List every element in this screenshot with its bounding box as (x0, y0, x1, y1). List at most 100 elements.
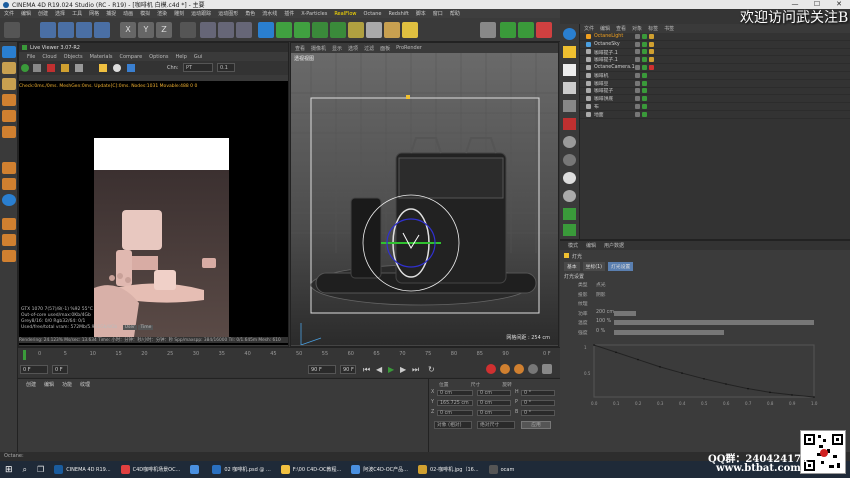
curve-point[interactable] (813, 396, 815, 398)
sun-icon[interactable] (563, 46, 576, 58)
attribute-slider[interactable] (614, 320, 814, 325)
menu-item[interactable]: 运动图形 (218, 10, 238, 17)
menu-item[interactable]: Octane (364, 11, 382, 17)
camera-icon[interactable] (384, 22, 400, 38)
object-row[interactable]: OctaneCamera.1 (580, 64, 850, 72)
array-icon[interactable] (294, 22, 310, 38)
start-button[interactable]: ⊞ (0, 461, 18, 478)
live-viewer-menu-item[interactable]: Compare (119, 54, 142, 60)
curve-point[interactable] (747, 387, 749, 390)
live-viewer-menu-item[interactable]: Gui (194, 54, 202, 60)
user-label[interactable]: User (122, 325, 137, 330)
x-axis-button[interactable]: X (120, 22, 136, 38)
material-ball-icon[interactable] (563, 136, 576, 148)
live-viewer-menu-item[interactable]: Options (149, 54, 168, 60)
taskbar-app[interactable] (185, 461, 207, 478)
enabled-check-icon[interactable] (642, 41, 647, 47)
rotation-field[interactable]: 0 ° (521, 390, 555, 396)
object-manager-tab[interactable]: 标签 (648, 25, 658, 32)
pause-render-icon[interactable] (75, 64, 83, 72)
object-manager-tab[interactable]: 文件 (584, 25, 594, 32)
menu-item[interactable]: 模拟 (140, 10, 150, 17)
position-field[interactable]: 0 cm (437, 390, 473, 396)
menu-item[interactable]: 脚本 (416, 10, 426, 17)
viewport-menu-item[interactable]: 查看 (295, 45, 305, 52)
octane-material-icon[interactable] (536, 22, 552, 38)
polygons-mode-icon[interactable] (2, 126, 16, 138)
visibility-icon[interactable] (635, 49, 640, 55)
menu-item[interactable]: Redshift (388, 11, 408, 17)
taskbar-app[interactable]: 02-咖啡机.jpg（16... (413, 461, 484, 478)
tweak-mode-icon[interactable] (2, 178, 16, 190)
curve-point[interactable] (769, 391, 771, 394)
curve-point[interactable] (681, 372, 683, 374)
go-to-start-icon[interactable]: ⏮ (363, 365, 370, 375)
menu-item[interactable]: 流水线 (262, 10, 277, 17)
viewport-menu-item[interactable]: ProRender (396, 45, 422, 51)
object-row[interactable]: 咖啡豆 (580, 80, 850, 88)
menu-item[interactable]: 帮助 (450, 10, 460, 17)
enabled-check-icon[interactable] (642, 96, 647, 102)
render-view-icon[interactable] (200, 22, 216, 38)
curve-point[interactable] (615, 351, 617, 354)
live-viewer-menu-item[interactable]: Materials (90, 54, 113, 60)
white-material-icon[interactable] (563, 64, 576, 76)
prev-frame-icon[interactable]: ◀ (376, 365, 382, 374)
settings-icon[interactable] (33, 64, 41, 72)
z-axis-button[interactable]: Z (156, 22, 172, 38)
menu-item[interactable]: 雕刻 (174, 10, 184, 17)
attribute-subtab[interactable]: 坐标(1) (582, 262, 605, 271)
rotation-field[interactable]: 0 ° (521, 400, 555, 406)
attribute-tab[interactable]: 模式 (568, 242, 578, 249)
attribute-value[interactable]: 200 cm (596, 310, 614, 315)
enabled-check-icon[interactable] (642, 72, 647, 78)
live-viewer-menu-item[interactable]: Objects (64, 54, 83, 60)
menu-item[interactable]: 网格 (89, 10, 99, 17)
enabled-check-icon[interactable] (642, 65, 647, 71)
attribute-subtab[interactable]: 灯光设置 (608, 262, 634, 271)
menu-item[interactable]: 编辑 (21, 10, 31, 17)
curve-point[interactable] (791, 394, 793, 396)
object-row[interactable]: 地面 (580, 111, 850, 119)
end-frame-field[interactable]: 90 F (308, 365, 336, 374)
preview-end-field[interactable]: 90 F (340, 365, 356, 374)
cloner-icon[interactable] (312, 22, 328, 38)
snap-icon[interactable] (2, 194, 16, 206)
object-manager-tab[interactable]: 编辑 (600, 25, 610, 32)
attribute-value[interactable]: 0 % (596, 329, 605, 334)
material-tab[interactable]: 纹理 (80, 381, 90, 388)
live-viewer-menu-item[interactable]: Cloud (42, 54, 56, 60)
enabled-check-icon[interactable] (642, 57, 647, 63)
stop-render-icon[interactable] (47, 64, 55, 72)
menu-item[interactable]: 文件 (4, 10, 14, 17)
viewport-menu-item[interactable]: 过滤 (364, 45, 374, 52)
visibility-icon[interactable] (635, 96, 640, 102)
viewport-menu-item[interactable]: 摄像机 (311, 45, 326, 52)
viewport-menu-item[interactable]: 选项 (348, 45, 358, 52)
record-icon[interactable] (486, 364, 496, 374)
material-ball-4-icon[interactable] (563, 190, 576, 202)
position-field[interactable]: 165.725 cm (437, 400, 473, 406)
go-to-end-icon[interactable]: ⏭ (412, 365, 419, 375)
object-manager-tab[interactable]: 书签 (664, 25, 674, 32)
taskbar-app[interactable]: 02 咖啡机.psd @ ... (207, 461, 275, 478)
start-render-icon[interactable] (21, 64, 29, 72)
taskbar-app[interactable]: 阿波C4D-OC产品... (346, 461, 413, 478)
object-row[interactable]: 咖啡饼底 (580, 95, 850, 104)
coord-mode-select[interactable]: 对象 (相对) (434, 421, 472, 429)
menu-item[interactable]: RealFlow (334, 11, 356, 17)
solo-icon[interactable] (2, 250, 16, 262)
visibility-icon[interactable] (635, 111, 640, 117)
curve-point[interactable] (659, 366, 661, 368)
autokey-icon[interactable] (500, 364, 510, 374)
coordinate-system-icon[interactable] (180, 22, 196, 38)
restart-render-icon[interactable] (61, 64, 69, 72)
search-button[interactable]: ⌕ (18, 461, 32, 478)
object-row[interactable]: 咖啡机 (580, 72, 850, 80)
rotate-tool-icon[interactable] (94, 22, 110, 38)
enabled-check-icon[interactable] (642, 80, 647, 86)
octane-tag-icon[interactable] (649, 65, 654, 71)
enabled-check-icon[interactable] (642, 104, 647, 110)
sphere-icon[interactable] (563, 28, 576, 40)
material-tab[interactable]: 创建 (26, 381, 36, 388)
